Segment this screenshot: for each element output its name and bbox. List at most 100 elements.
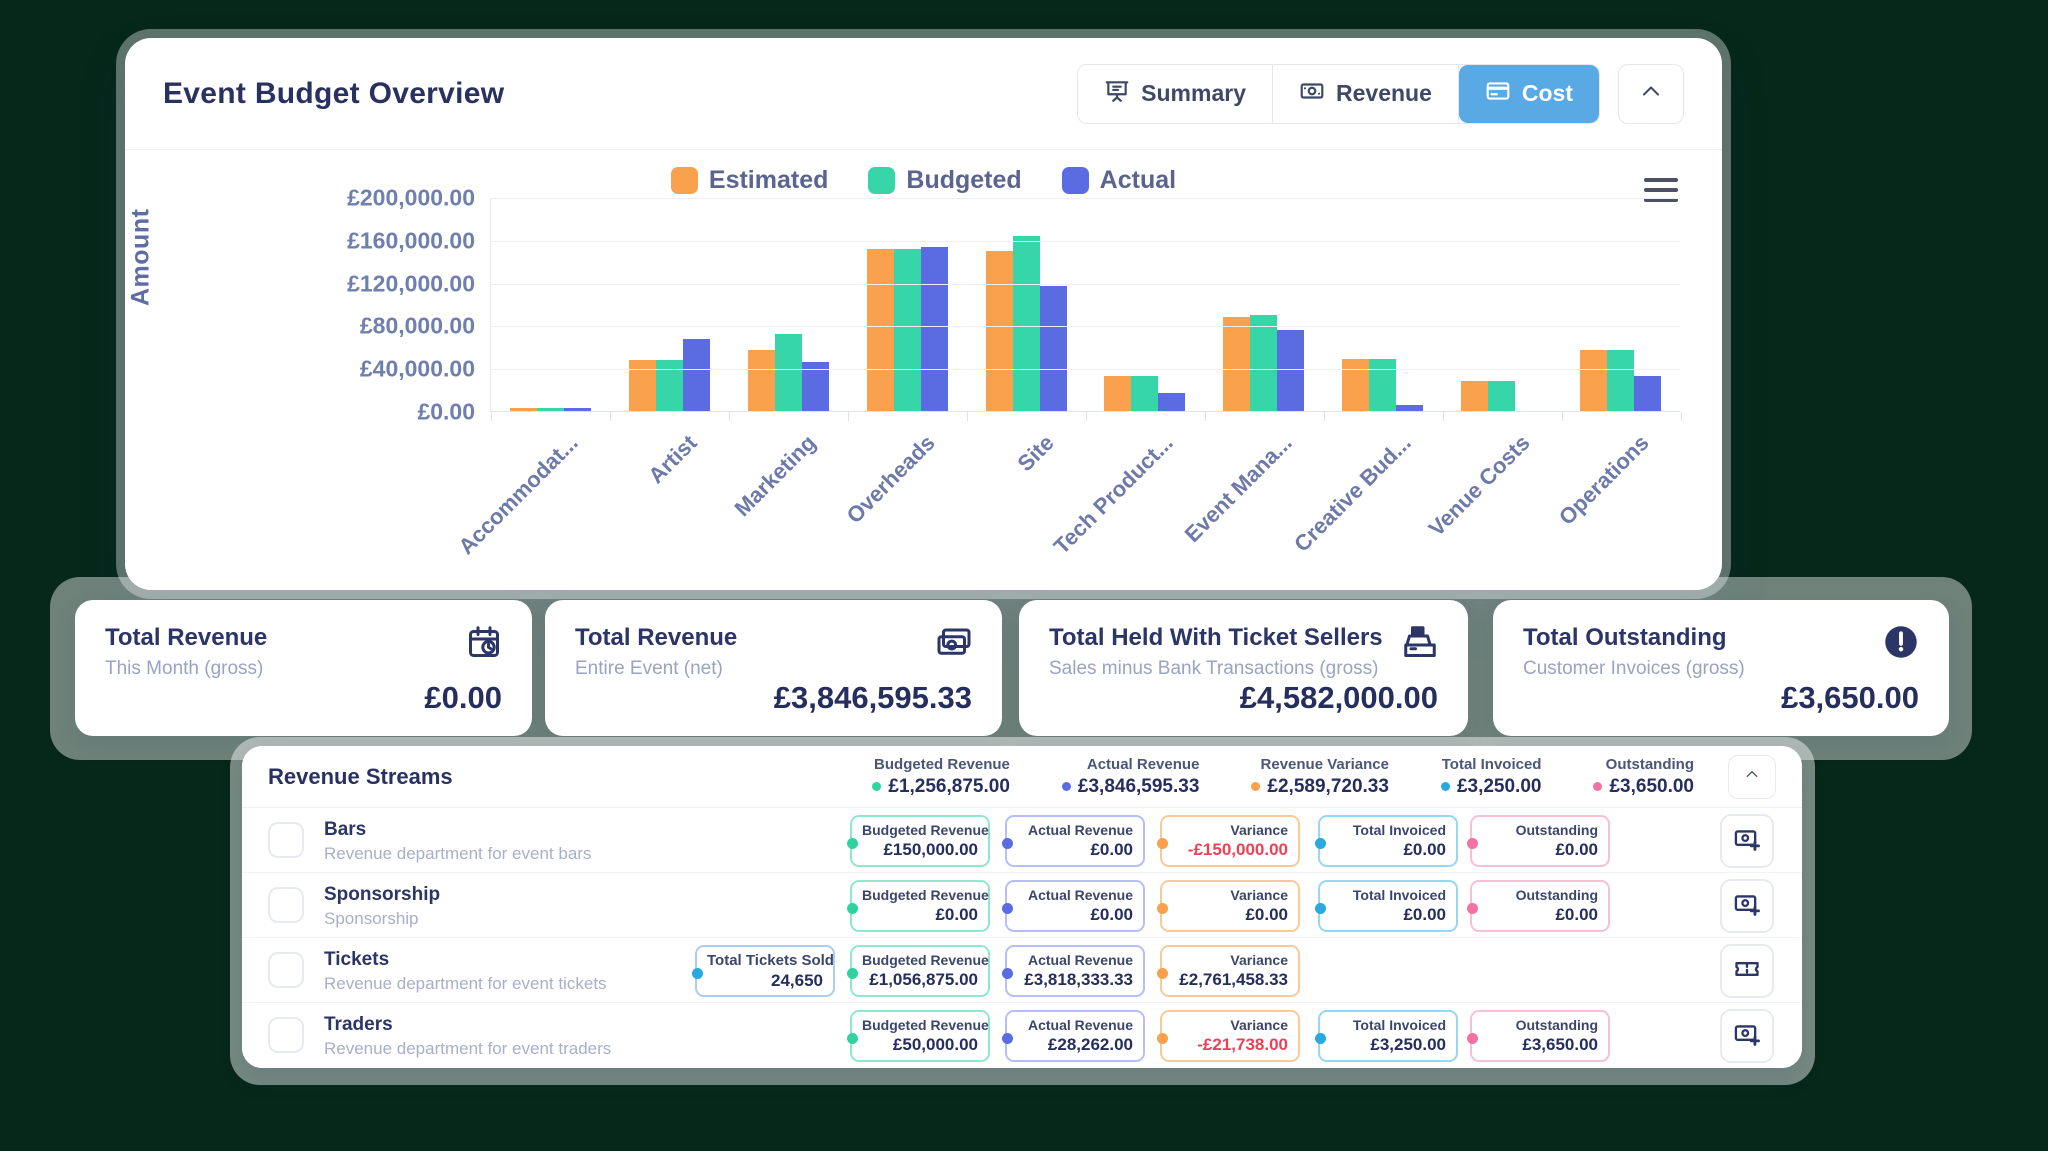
bar-estimated[interactable] <box>510 408 537 411</box>
collapse-card-button[interactable] <box>1618 64 1684 124</box>
bar-budgeted[interactable] <box>656 360 683 411</box>
pill-label: Budgeted Revenue <box>862 1017 978 1033</box>
gridline <box>491 284 1680 285</box>
bar-estimated[interactable] <box>1461 381 1488 411</box>
metric-pill-actual: Actual Revenue£0.00 <box>1005 815 1145 867</box>
x-axis-category-label: Event Mana... <box>1179 430 1297 548</box>
bar-budgeted[interactable] <box>1131 376 1158 411</box>
stat-card-1: Total RevenueThis Month (gross)£0.00 <box>75 600 532 736</box>
bar-actual[interactable] <box>1158 393 1185 411</box>
row-action-button[interactable] <box>1720 879 1774 933</box>
bar-group <box>967 198 1086 411</box>
pill-label: Actual Revenue <box>1017 822 1133 838</box>
legend-item-actual[interactable]: Actual <box>1062 166 1176 195</box>
metric-pill-outstanding: Outstanding£0.00 <box>1470 815 1610 867</box>
gridline <box>491 241 1680 242</box>
stat-card-subtitle: Sales minus Bank Transactions (gross) <box>1049 658 1383 680</box>
legend-item-budgeted[interactable]: Budgeted <box>868 166 1021 195</box>
bar-estimated[interactable] <box>629 360 656 411</box>
stat-card-title: Total Outstanding <box>1523 624 1745 652</box>
pill-dot <box>1002 838 1013 849</box>
cash-icon <box>936 624 972 665</box>
x-axis-tick <box>610 412 611 421</box>
pill-value: £50,000.00 <box>862 1035 978 1055</box>
metric-pill-invoiced: Total Invoiced£0.00 <box>1318 815 1458 867</box>
x-axis-category-label: Overheads <box>841 430 940 529</box>
bar-estimated[interactable] <box>1580 350 1607 411</box>
bar-budgeted[interactable] <box>1369 359 1396 411</box>
row-checkbox[interactable] <box>268 952 304 988</box>
legend-label: Actual <box>1100 166 1176 195</box>
row-checkbox[interactable] <box>268 887 304 923</box>
pill-value: -£21,738.00 <box>1172 1035 1288 1055</box>
pill-value: £2,761,458.33 <box>1172 970 1288 990</box>
stat-card-4: Total Outstanding Customer Invoices (gros… <box>1493 600 1949 736</box>
x-axis-category-label: Site <box>1012 430 1059 477</box>
summary-stat-label: Total Invoiced <box>1441 756 1542 773</box>
bar-actual[interactable] <box>1277 330 1304 411</box>
y-axis-tick-label: £80,000.00 <box>360 313 475 340</box>
metric-pill-outstanding: Outstanding£3,650.00 <box>1470 1010 1610 1062</box>
tab-revenue[interactable]: Revenue <box>1273 65 1459 123</box>
creditcard-icon <box>1485 78 1511 110</box>
metric-pill-budgeted: Budgeted Revenue£1,056,875.00 <box>850 945 990 997</box>
pill-dot <box>1467 903 1478 914</box>
pill-label: Outstanding <box>1482 822 1598 838</box>
x-axis-category-label: Operations <box>1553 430 1654 531</box>
legend-label: Estimated <box>709 166 828 195</box>
bar-actual[interactable] <box>683 339 710 411</box>
bar-estimated[interactable] <box>1104 376 1131 411</box>
bar-estimated[interactable] <box>867 249 894 411</box>
stat-card-subtitle: This Month (gross) <box>105 658 267 680</box>
x-axis-tick <box>1324 412 1325 421</box>
tab-summary[interactable]: Summary <box>1078 65 1273 123</box>
chevron-up-icon <box>1744 766 1760 787</box>
pill-dot <box>1157 968 1168 979</box>
tab-cost[interactable]: Cost <box>1459 65 1599 123</box>
bar-budgeted[interactable] <box>537 408 564 411</box>
bar-actual[interactable] <box>1634 376 1661 411</box>
bar-actual[interactable] <box>1040 286 1067 411</box>
bar-estimated[interactable] <box>986 251 1013 412</box>
pill-dot <box>1315 903 1326 914</box>
stat-card-title: Total Revenue <box>575 624 737 652</box>
pill-value: -£150,000.00 <box>1172 840 1288 860</box>
row-checkbox[interactable] <box>268 1017 304 1053</box>
bar-budgeted[interactable] <box>1607 350 1634 411</box>
bar-budgeted[interactable] <box>894 249 921 411</box>
bar-estimated[interactable] <box>1342 359 1369 411</box>
bar-budgeted[interactable] <box>1250 315 1277 411</box>
pill-dot <box>1315 1033 1326 1044</box>
summary-stat-value: £1,256,875.00 <box>872 776 1010 798</box>
bar-groups <box>491 198 1680 411</box>
row-action-button[interactable] <box>1720 814 1774 868</box>
legend-item-estimated[interactable]: Estimated <box>671 166 828 195</box>
bar-actual[interactable] <box>921 247 948 411</box>
pill-label: Actual Revenue <box>1017 952 1133 968</box>
bar-budgeted[interactable] <box>1013 236 1040 411</box>
pill-label: Budgeted Revenue <box>862 887 978 903</box>
revenue-streams-summary: Budgeted Revenue£1,256,875.00Actual Reve… <box>872 756 1694 798</box>
bar-budgeted[interactable] <box>775 334 802 411</box>
stat-card-subtitle: Customer Invoices (gross) <box>1523 658 1745 680</box>
summary-stat-value: £3,650.00 <box>1593 776 1694 798</box>
register-icon <box>1402 624 1438 665</box>
stat-card-3: Total Held With Ticket SellersSales minu… <box>1019 600 1468 736</box>
bar-actual[interactable] <box>564 408 591 411</box>
bar-actual[interactable] <box>1396 405 1423 411</box>
row-checkbox[interactable] <box>268 822 304 858</box>
row-action-button[interactable] <box>1720 1009 1774 1063</box>
chevron-up-icon <box>1639 79 1663 108</box>
summary-stat-value: £3,846,595.33 <box>1062 776 1200 798</box>
summary-stat: Outstanding£3,650.00 <box>1593 756 1694 798</box>
bar-budgeted[interactable] <box>1488 381 1515 411</box>
pill-label: Total Tickets Sold <box>707 952 823 969</box>
bar-estimated[interactable] <box>748 350 775 411</box>
row-action-button[interactable] <box>1720 944 1774 998</box>
bar-estimated[interactable] <box>1223 317 1250 411</box>
pill-dot <box>847 903 858 914</box>
pill-label: Variance <box>1172 822 1288 838</box>
collapse-revenue-streams-button[interactable] <box>1728 755 1776 799</box>
x-axis-tick <box>491 412 492 421</box>
gridline <box>491 369 1680 370</box>
